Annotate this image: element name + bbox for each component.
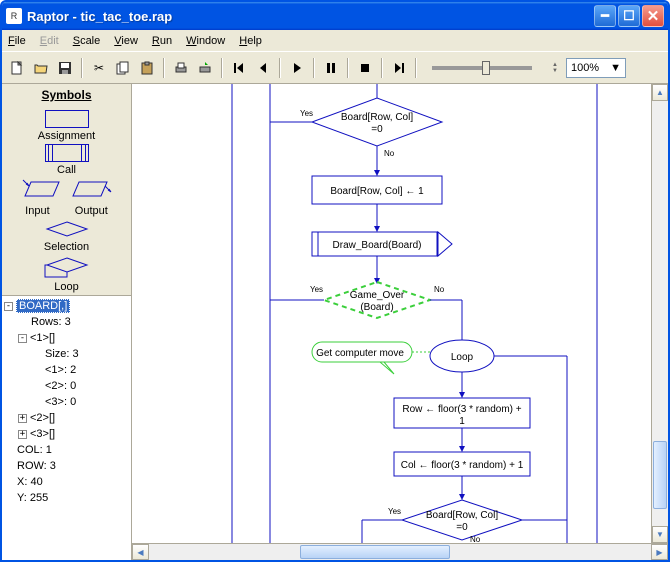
symbols-palette: Assignment Call Input Output Selection L… [2,106,131,295]
reset-button[interactable] [252,57,274,79]
menu-edit: Edit [40,35,59,47]
input-label: Input [25,205,49,217]
output-label: Output [75,205,108,217]
titlebar: R Raptor - tic_tac_toe.rap ━ ☐ ✕ [2,2,668,30]
minimize-button[interactable]: ━ [594,5,616,27]
menu-view[interactable]: View [114,35,138,47]
svg-text:=0: =0 [456,522,468,533]
menu-window[interactable]: Window [186,35,225,47]
new-file-button[interactable] [6,57,28,79]
svg-text:Board[Row, Col]: Board[Row, Col] [341,112,413,123]
loop-shape[interactable] [43,255,91,279]
step-back-button[interactable] [228,57,250,79]
svg-text:(Board): (Board) [360,302,393,313]
tree-row[interactable]: COL: 1 [4,442,129,458]
tree-row[interactable]: <3>: 0 [4,394,129,410]
vertical-scrollbar[interactable]: ▲ ▼ [651,84,668,543]
svg-text:=0: =0 [371,124,383,135]
scroll-right-button[interactable]: ▶ [651,544,668,560]
tree-root[interactable]: -BOARD[,] [4,298,129,314]
horizontal-scrollbar[interactable]: ◀ ▶ [132,543,668,560]
svg-text:Game_Over: Game_Over [350,290,405,301]
save-file-button[interactable] [54,57,76,79]
menu-scale[interactable]: Scale [73,35,101,47]
svg-text:Yes: Yes [310,285,323,294]
canvas-wrap: Board[Row, Col] =0 Yes No Board[Row, Col… [132,84,668,560]
tree-row[interactable]: <1>: 2 [4,362,129,378]
menubar: File Edit Scale View Run Window Help [2,30,668,52]
sidebar: Symbols Assignment Call Input Output Sel… [2,84,132,560]
tree-row[interactable]: X: 40 [4,474,129,490]
assignment-shape[interactable] [45,110,89,128]
input-shape[interactable] [21,178,63,203]
paste-button[interactable] [136,57,158,79]
call-label: Call [4,164,129,176]
zoom-select[interactable]: 100% ▼ [566,58,626,78]
maximize-button[interactable]: ☐ [618,5,640,27]
assignment-label: Assignment [4,130,129,142]
dropdown-arrow-icon: ▼ [610,62,621,74]
svg-text:Loop: Loop [451,352,474,363]
tree-row[interactable]: -<1>[] [4,330,129,346]
svg-text:Yes: Yes [300,109,313,118]
speed-slider[interactable] [432,66,532,70]
play-button[interactable] [286,57,308,79]
vscroll-thumb[interactable] [653,441,667,509]
svg-text:No: No [470,535,481,543]
menu-file[interactable]: File [8,35,26,47]
tree-row[interactable]: <2>: 0 [4,378,129,394]
svg-text:Col ← floor(3 * random) + 1: Col ← floor(3 * random) + 1 [401,460,524,471]
app-icon: R [6,8,22,24]
tree-row[interactable]: ROW: 3 [4,458,129,474]
call-shape[interactable] [45,144,89,162]
copy-button[interactable] [112,57,134,79]
toolbar: ✂ ▲▼ 100% ▼ [2,52,668,84]
window-title: Raptor - tic_tac_toe.rap [27,9,594,24]
tree-row[interactable]: +<2>[] [4,410,129,426]
svg-text:Draw_Board(Board): Draw_Board(Board) [333,240,422,251]
scroll-up-button[interactable]: ▲ [652,84,668,101]
loop-label: Loop [4,281,129,293]
svg-text:Board[Row, Col]: Board[Row, Col] [426,510,498,521]
step-button[interactable] [388,57,410,79]
svg-text:Yes: Yes [388,507,401,516]
symbols-header: Symbols [2,84,131,106]
zoom-stepper[interactable]: ▲▼ [552,62,558,74]
svg-text:Row ← floor(3 * random) +: Row ← floor(3 * random) + [402,404,521,415]
flowchart-svg: Board[Row, Col] =0 Yes No Board[Row, Col… [132,84,652,543]
selection-shape[interactable] [43,219,91,239]
print-button[interactable] [170,57,192,79]
svg-text:No: No [384,149,395,158]
tree-row[interactable]: Rows: 3 [4,314,129,330]
variable-tree[interactable]: -BOARD[,] Rows: 3 -<1>[] Size: 3 <1>: 2 … [2,295,131,560]
close-button[interactable]: ✕ [642,5,664,27]
cut-button[interactable]: ✂ [88,57,110,79]
pause-button[interactable] [320,57,342,79]
open-file-button[interactable] [30,57,52,79]
svg-text:No: No [434,285,445,294]
menu-run[interactable]: Run [152,35,172,47]
tree-row[interactable]: +<3>[] [4,426,129,442]
zoom-value: 100% [571,62,599,74]
svg-text:Get computer move: Get computer move [316,348,404,359]
stop-button[interactable] [354,57,376,79]
menu-help[interactable]: Help [239,35,262,47]
output-shape[interactable] [71,178,113,203]
scroll-down-button[interactable]: ▼ [652,526,668,543]
scroll-left-button[interactable]: ◀ [132,544,149,560]
generate-button[interactable] [194,57,216,79]
tree-row[interactable]: Y: 255 [4,490,129,506]
hscroll-thumb[interactable] [300,545,451,559]
flowchart-canvas[interactable]: Board[Row, Col] =0 Yes No Board[Row, Col… [132,84,668,543]
selection-label: Selection [4,241,129,253]
svg-text:Board[Row, Col] ← 1: Board[Row, Col] ← 1 [330,186,424,197]
svg-text:1: 1 [459,416,465,427]
tree-row[interactable]: Size: 3 [4,346,129,362]
